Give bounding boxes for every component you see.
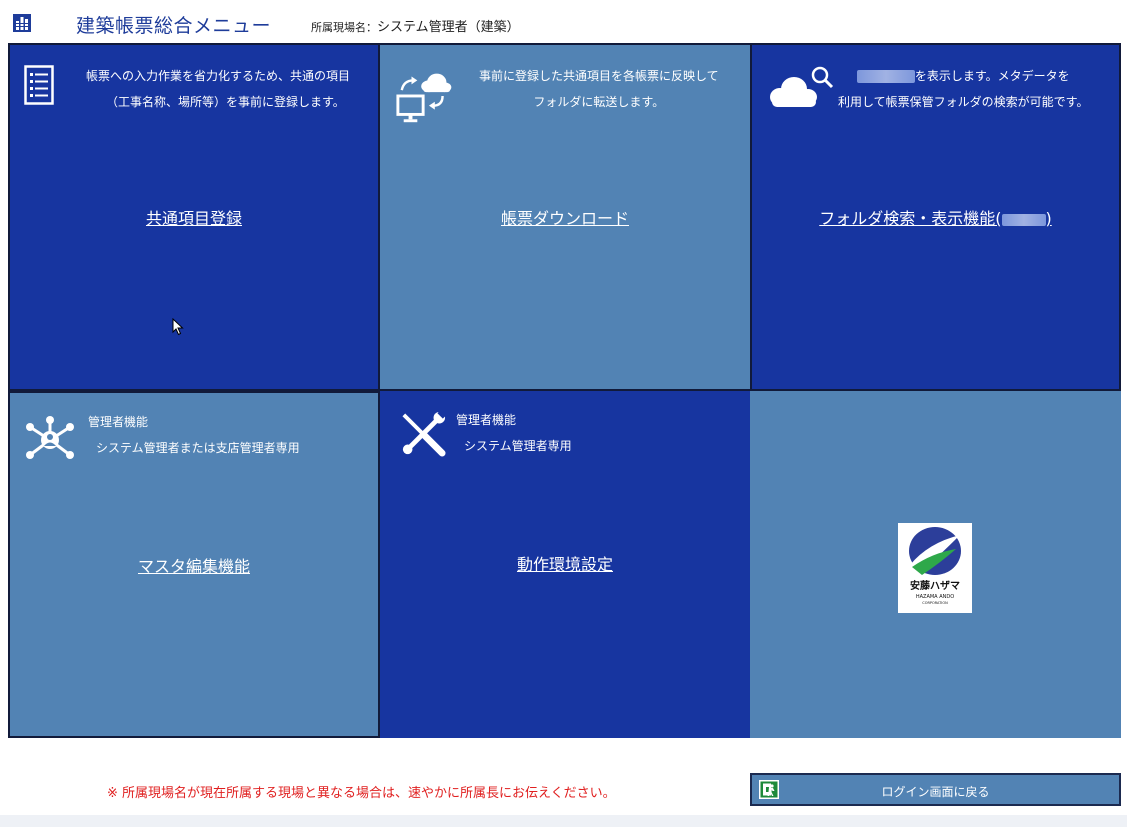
- page-title: 建築帳票総合メニュー: [76, 15, 272, 37]
- tile-description: 管理者機能 システム管理者または支店管理者専用: [88, 409, 300, 461]
- form-download-link[interactable]: 帳票ダウンロード: [501, 209, 629, 228]
- building-chart-icon: [13, 14, 31, 32]
- desc-line-2: （工事名称、場所等）を事前に登録します。: [106, 95, 345, 109]
- tile-description: 管理者機能 システム管理者専用: [456, 407, 572, 459]
- env-settings-link[interactable]: 動作環境設定: [517, 555, 613, 574]
- tile-form-download[interactable]: 事前に登録した共通項目を各帳票に反映して フォルダに転送します。 帳票ダウンロー…: [380, 43, 750, 391]
- page: 建築帳票総合メニュー 所属現場名：システム管理者（建築） 帳票への入力作業を省力…: [0, 0, 1127, 827]
- logo-sub2: CORPORATION: [922, 601, 948, 605]
- site-name: 所属現場名：システム管理者（建築）: [311, 16, 520, 35]
- tile-link-wrap: マスタ編集機能: [10, 553, 378, 577]
- logo-sub: HAZAMA ANDO: [916, 594, 954, 600]
- desc-line-1: 帳票への入力作業を省力化するため、共通の項目: [86, 69, 351, 83]
- link-prefix: フォルダ検索・表示機能(: [819, 209, 1002, 228]
- tile-description: 事前に登録した共通項目を各帳票に反映して フォルダに転送します。: [479, 63, 719, 115]
- header: 建築帳票総合メニュー 所属現場名：システム管理者（建築）: [0, 0, 1127, 44]
- cloud-search-icon: [770, 66, 834, 107]
- cloud-sync-monitor-icon: [396, 73, 452, 123]
- site-name-value: システム管理者（建築）: [377, 20, 520, 35]
- site-name-label: 所属現場名：: [311, 21, 377, 34]
- tile-link-wrap: 帳票ダウンロード: [380, 205, 750, 229]
- tile-link-wrap: フォルダ検索・表示機能(): [752, 205, 1119, 229]
- common-items-link[interactable]: 共通項目登録: [146, 209, 242, 228]
- network-hub-icon: [26, 416, 74, 459]
- site-mismatch-notice: ※ 所属現場名が現在所属する現場と異なる場合は、速やかに所属長にお伝えください。: [107, 786, 616, 801]
- logo-text: 安藤ハザマ: [910, 579, 960, 592]
- desc-title: 管理者機能: [456, 413, 517, 427]
- bottom-strip: [0, 815, 1127, 827]
- tile-description: 帳票への入力作業を省力化するため、共通の項目 （工事名称、場所等）を事前に登録し…: [86, 63, 350, 115]
- desc-line-2: 利用して帳票保管フォルダの検索が可能です。: [838, 95, 1089, 109]
- desc-sub: システム管理者または支店管理者専用: [96, 441, 300, 455]
- desc-line-2: フォルダに転送します。: [533, 95, 665, 109]
- tile-master-edit[interactable]: 管理者機能 システム管理者または支店管理者専用 マスタ編集機能: [8, 391, 380, 738]
- redacted-box: [1001, 213, 1046, 226]
- tile-folder-search[interactable]: を表示します。メタデータを 利用して帳票保管フォルダの検索が可能です。 フォルダ…: [750, 43, 1121, 391]
- back-to-login-label: ログイン画面に戻る: [881, 785, 990, 799]
- tools-icon: [402, 411, 446, 457]
- menu-grid: 帳票への入力作業を省力化するため、共通の項目 （工事名称、場所等）を事前に登録し…: [8, 43, 1121, 738]
- list-document-icon: [24, 65, 54, 105]
- redacted-box: [856, 70, 915, 83]
- tile-common-items[interactable]: 帳票への入力作業を省力化するため、共通の項目 （工事名称、場所等）を事前に登録し…: [8, 43, 380, 391]
- desc-line-1: を表示します。メタデータを: [838, 63, 1088, 89]
- mouse-cursor-icon: [172, 318, 184, 336]
- hazama-ando-logo: 安藤ハザマ HAZAMA ANDO CORPORATION: [898, 523, 972, 613]
- tile-env-settings[interactable]: 管理者機能 システム管理者専用 動作環境設定: [380, 391, 750, 738]
- back-to-login-button[interactable]: ログイン画面に戻る: [750, 773, 1121, 806]
- desc-sub: システム管理者専用: [464, 439, 572, 453]
- tile-link-wrap: 共通項目登録: [10, 205, 378, 229]
- folder-search-link[interactable]: フォルダ検索・表示機能(): [819, 209, 1052, 228]
- desc-line-1: 事前に登録した共通項目を各帳票に反映して: [479, 69, 719, 83]
- tile-company-logo: 安藤ハザマ HAZAMA ANDO CORPORATION: [750, 391, 1121, 738]
- desc-line-1-text: を表示します。メタデータを: [914, 69, 1070, 83]
- desc-title: 管理者機能: [88, 415, 149, 429]
- master-edit-link[interactable]: マスタ編集機能: [138, 557, 250, 576]
- tile-description: を表示します。メタデータを 利用して帳票保管フォルダの検索が可能です。: [838, 63, 1088, 115]
- tile-link-wrap: 動作環境設定: [380, 551, 750, 575]
- link-suffix: ): [1045, 209, 1052, 228]
